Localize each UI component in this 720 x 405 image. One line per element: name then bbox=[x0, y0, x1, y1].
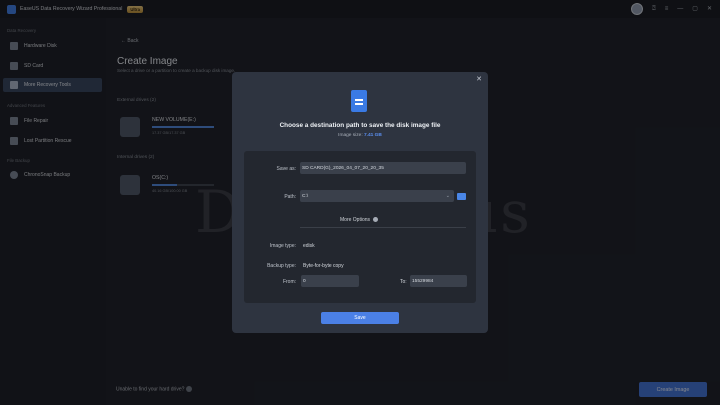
more-options-label: More Options bbox=[340, 217, 371, 223]
backup-type-value: Byte-for-byte copy bbox=[303, 263, 344, 269]
to-input[interactable]: 15529984 bbox=[410, 275, 467, 287]
path-select[interactable]: C:\ ⌄ bbox=[300, 190, 454, 202]
options-panel: Save as: SD CARD(G)_2026_04_07_20_20_35 … bbox=[244, 151, 476, 303]
save-button[interactable]: Save bbox=[321, 312, 399, 324]
dialog-close-icon[interactable]: ✕ bbox=[476, 75, 482, 83]
save-as-label: Save as: bbox=[276, 166, 296, 172]
image-size-value: 7.41 GB bbox=[364, 133, 382, 138]
from-label: From: bbox=[282, 279, 296, 285]
backup-type-label: Backup type: bbox=[267, 263, 296, 269]
path-label: Path: bbox=[284, 194, 296, 200]
image-size: Image size: 7.41 GB bbox=[232, 133, 488, 138]
image-type-value: edisk bbox=[303, 243, 315, 249]
image-file-icon bbox=[351, 90, 367, 112]
to-label: To: bbox=[400, 279, 407, 285]
browse-folder-icon[interactable] bbox=[457, 193, 466, 200]
chevron-circle-icon bbox=[373, 217, 379, 223]
save-as-input[interactable]: SD CARD(G)_2026_04_07_20_20_35 bbox=[300, 162, 466, 174]
from-input[interactable]: 0 bbox=[301, 275, 359, 287]
save-image-dialog: ✕ Choose a destination path to save the … bbox=[232, 72, 488, 333]
path-value: C:\ bbox=[302, 193, 309, 199]
image-size-label: Image size: bbox=[338, 133, 363, 138]
dialog-title: Choose a destination path to save the di… bbox=[279, 122, 441, 129]
image-type-label: Image type: bbox=[269, 243, 296, 249]
divider bbox=[300, 227, 466, 228]
chevron-down-icon: ⌄ bbox=[445, 193, 450, 199]
more-options-toggle[interactable]: More Options bbox=[340, 217, 379, 223]
